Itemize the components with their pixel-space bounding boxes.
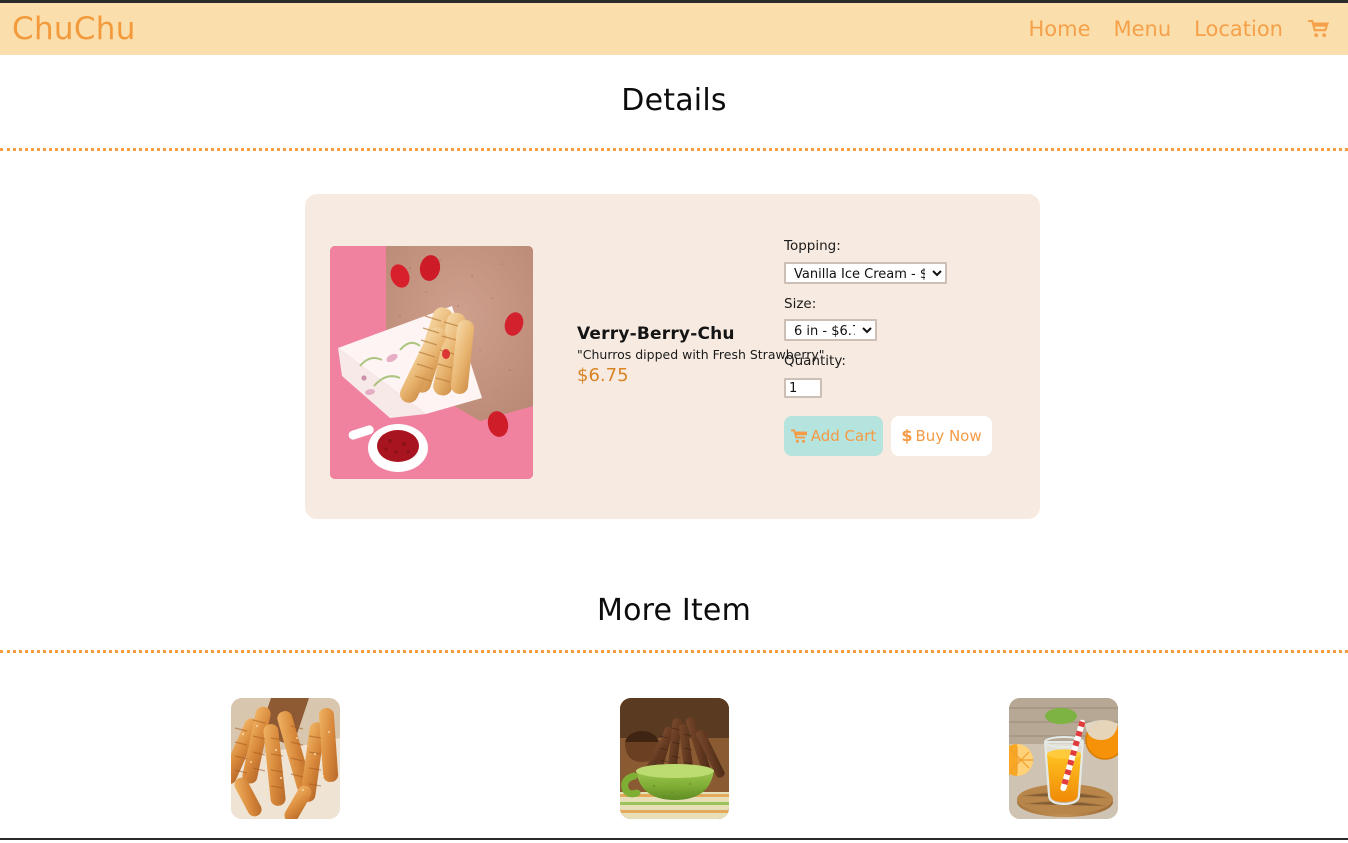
- page-bottom-border: [0, 838, 1348, 840]
- thumb-sugared-churros[interactable]: [230, 698, 340, 819]
- thumb-orange-juice[interactable]: [1008, 698, 1118, 819]
- topping-label: Topping:: [784, 238, 841, 254]
- product-price: $6.75: [577, 364, 629, 386]
- cart-icon: [790, 429, 808, 444]
- product-detail-card: Verry-Berry-Chu "Churros dipped with Fre…: [305, 194, 1040, 519]
- more-items-list: [0, 698, 1348, 819]
- add-cart-label: Add Cart: [810, 427, 877, 445]
- product-name: Verry-Berry-Chu: [577, 324, 735, 344]
- thumb-chocolate-churros[interactable]: [619, 698, 729, 819]
- more-heading-block: More Item: [0, 596, 1348, 626]
- topping-select[interactable]: Vanilla Ice Cream - $2: [784, 261, 947, 284]
- dollar-icon: $: [901, 426, 913, 445]
- nav-item-menu[interactable]: Menu: [1114, 18, 1172, 40]
- size-select[interactable]: 6 in - $6.75: [784, 319, 877, 341]
- product-options-form: Topping: Vanilla Ice Cream - $2 Size: 6 …: [784, 238, 1014, 456]
- more-item-title: More Item: [597, 593, 751, 628]
- buy-now-button[interactable]: $ Buy Now: [891, 416, 992, 456]
- quantity-label: Quantity:: [784, 353, 846, 369]
- shopping-cart-icon[interactable]: [1306, 16, 1332, 42]
- site-header: ChuChu Home Menu Location: [0, 3, 1348, 55]
- add-cart-button[interactable]: Add Cart: [784, 416, 883, 456]
- page-title: Details: [621, 83, 727, 118]
- nav-item-location[interactable]: Location: [1194, 18, 1283, 40]
- page-root: ChuChu Home Menu Location Details Verry-…: [0, 0, 1348, 843]
- details-heading-block: Details: [0, 86, 1348, 116]
- details-divider: [0, 148, 1348, 151]
- action-buttons: Add Cart $ Buy Now: [784, 416, 1014, 456]
- product-info: Verry-Berry-Chu "Churros dipped with Fre…: [577, 324, 825, 386]
- quantity-input[interactable]: [784, 378, 822, 398]
- main-navigation: Home Menu Location: [1028, 16, 1332, 42]
- buy-now-label: Buy Now: [915, 427, 982, 445]
- size-label: Size:: [784, 295, 817, 312]
- product-description: "Churros dipped with Fresh Strawberry": [577, 346, 825, 362]
- nav-item-home[interactable]: Home: [1028, 18, 1090, 40]
- more-divider: [0, 650, 1348, 653]
- product-image[interactable]: [330, 246, 533, 479]
- brand-logo[interactable]: ChuChu: [12, 13, 136, 45]
